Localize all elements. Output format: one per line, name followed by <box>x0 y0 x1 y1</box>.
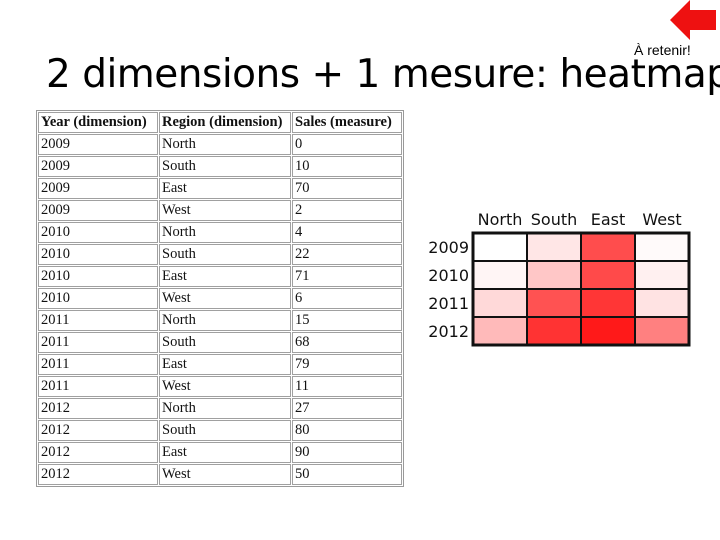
cell-region: East <box>159 178 291 199</box>
cell-region: West <box>159 288 291 309</box>
cell-year: 2012 <box>38 420 158 441</box>
table-row: 2009 West 2 <box>38 200 402 221</box>
table-header-row: Year (dimension) Region (dimension) Sale… <box>38 112 402 133</box>
cell-year: 2010 <box>38 244 158 265</box>
cell-year: 2012 <box>38 442 158 463</box>
heatmap-cell <box>634 232 690 262</box>
heatmap-cell <box>580 260 636 290</box>
cell-sales: 90 <box>292 442 402 463</box>
cell-sales: 68 <box>292 332 402 353</box>
page-title: 2 dimensions + 1 mesure: heatmap <box>46 52 720 97</box>
heatmap-cell <box>526 288 582 318</box>
cell-region: East <box>159 442 291 463</box>
x-tick-label: West <box>642 210 681 229</box>
table-row: 2010 East 71 <box>38 266 402 287</box>
heatmap-chart: North South East West 2009 2010 2011 2012 <box>428 210 691 347</box>
cell-sales: 10 <box>292 156 402 177</box>
cell-year: 2011 <box>38 332 158 353</box>
y-tick-label: 2009 <box>428 238 469 257</box>
cell-region: South <box>159 156 291 177</box>
header-sales: Sales (measure) <box>292 112 402 133</box>
table-row: 2009 East 70 <box>38 178 402 199</box>
cell-sales: 6 <box>292 288 402 309</box>
cell-region: East <box>159 266 291 287</box>
header-year: Year (dimension) <box>38 112 158 133</box>
cell-year: 2012 <box>38 464 158 485</box>
cell-year: 2010 <box>38 222 158 243</box>
table-row: 2012 West 50 <box>38 464 402 485</box>
table-row: 2011 South 68 <box>38 332 402 353</box>
heatmap-cell <box>472 288 528 318</box>
cell-sales: 27 <box>292 398 402 419</box>
cell-sales: 0 <box>292 134 402 155</box>
table-row: 2012 East 90 <box>38 442 402 463</box>
cell-region: North <box>159 222 291 243</box>
cell-year: 2011 <box>38 310 158 331</box>
table-row: 2009 South 10 <box>38 156 402 177</box>
cell-year: 2009 <box>38 200 158 221</box>
cell-sales: 80 <box>292 420 402 441</box>
table-row: 2011 West 11 <box>38 376 402 397</box>
table-row: 2010 North 4 <box>38 222 402 243</box>
table-row: 2011 North 15 <box>38 310 402 331</box>
cell-year: 2009 <box>38 178 158 199</box>
cell-sales: 79 <box>292 354 402 375</box>
cell-region: North <box>159 134 291 155</box>
heatmap-cell <box>526 316 582 346</box>
y-tick-label: 2012 <box>428 322 469 341</box>
x-tick-label: East <box>591 210 626 229</box>
cell-sales: 70 <box>292 178 402 199</box>
heatmap-cell <box>580 288 636 318</box>
cell-region: North <box>159 398 291 419</box>
heatmap-cell <box>472 232 528 262</box>
cell-year: 2010 <box>38 288 158 309</box>
cell-sales: 22 <box>292 244 402 265</box>
cell-year: 2011 <box>38 354 158 375</box>
cell-sales: 2 <box>292 200 402 221</box>
y-tick-label: 2010 <box>428 266 469 285</box>
cell-region: North <box>159 310 291 331</box>
cell-sales: 71 <box>292 266 402 287</box>
cell-region: South <box>159 244 291 265</box>
table-row: 2010 South 22 <box>38 244 402 265</box>
heatmap-cell <box>472 316 528 346</box>
cell-year: 2009 <box>38 156 158 177</box>
x-tick-label: South <box>531 210 578 229</box>
cell-region: West <box>159 200 291 221</box>
table-row: 2012 South 80 <box>38 420 402 441</box>
table-row: 2009 North 0 <box>38 134 402 155</box>
heatmap-cell <box>580 316 636 346</box>
heatmap-cell <box>472 260 528 290</box>
data-table: Year (dimension) Region (dimension) Sale… <box>36 110 404 487</box>
table-row: 2010 West 6 <box>38 288 402 309</box>
heatmap-cell <box>634 316 690 346</box>
cell-sales: 11 <box>292 376 402 397</box>
cell-year: 2011 <box>38 376 158 397</box>
heatmap-cell <box>634 260 690 290</box>
cell-sales: 15 <box>292 310 402 331</box>
table-row: 2012 North 27 <box>38 398 402 419</box>
header-region: Region (dimension) <box>159 112 291 133</box>
heatmap-cell <box>526 260 582 290</box>
cell-region: East <box>159 354 291 375</box>
left-arrow-icon <box>670 0 716 40</box>
heatmap-cell <box>634 288 690 318</box>
cell-year: 2010 <box>38 266 158 287</box>
heatmap-cell <box>580 232 636 262</box>
cell-region: West <box>159 376 291 397</box>
cell-region: South <box>159 420 291 441</box>
cell-year: 2012 <box>38 398 158 419</box>
cell-region: South <box>159 332 291 353</box>
x-tick-label: North <box>478 210 523 229</box>
heatmap-cell <box>526 232 582 262</box>
cell-region: West <box>159 464 291 485</box>
cell-year: 2009 <box>38 134 158 155</box>
table-row: 2011 East 79 <box>38 354 402 375</box>
cell-sales: 4 <box>292 222 402 243</box>
y-tick-label: 2011 <box>428 294 469 313</box>
cell-sales: 50 <box>292 464 402 485</box>
